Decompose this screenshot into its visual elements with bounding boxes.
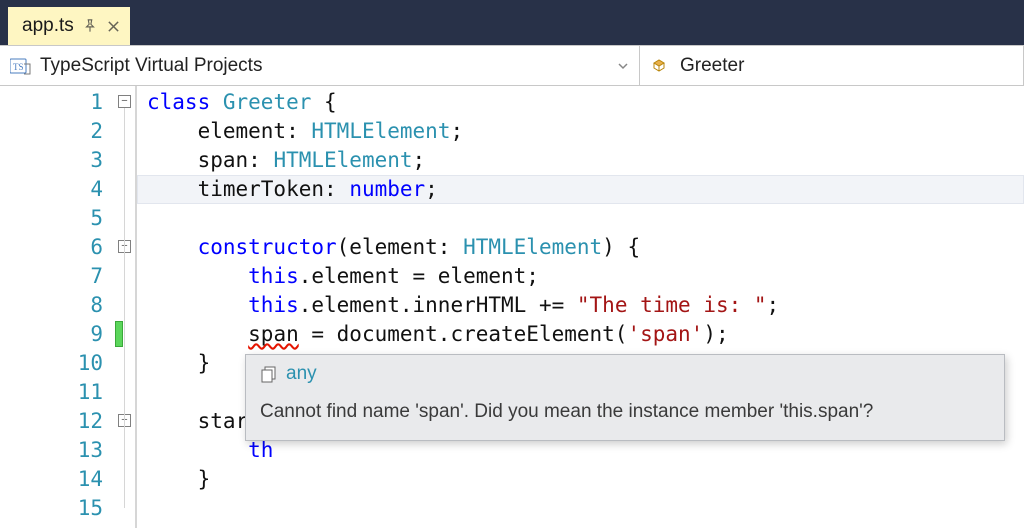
code-line-current: timerToken: number;	[137, 175, 1024, 204]
line-number: 10	[0, 349, 115, 378]
line-number: 3	[0, 146, 115, 175]
code-line: constructor(element: HTMLElement) {	[137, 233, 1024, 262]
line-number: 11	[0, 378, 115, 407]
code-line: element: HTMLElement;	[137, 117, 1024, 146]
svg-text:TS: TS	[13, 62, 24, 72]
fold-toggle[interactable]	[118, 95, 131, 108]
project-scope-dropdown[interactable]: TS TypeScript Virtual Projects	[0, 46, 640, 85]
code-text-area[interactable]: class Greeter { element: HTMLElement; sp…	[137, 86, 1024, 528]
line-number: 14	[0, 465, 115, 494]
document-tab-strip: app.ts	[0, 0, 1024, 45]
line-number: 7	[0, 262, 115, 291]
line-number: 9	[0, 320, 115, 349]
close-icon[interactable]	[106, 18, 122, 34]
line-number: 12	[0, 407, 115, 436]
code-line: class Greeter {	[137, 88, 1024, 117]
line-number: 2	[0, 117, 115, 146]
line-number-gutter: 1 2 3 4 5 6 7 8 9 10 11 12 13 14 15	[0, 86, 115, 528]
outline-guide	[124, 108, 125, 508]
class-scope-label: Greeter	[680, 55, 744, 77]
line-number: 8	[0, 291, 115, 320]
code-line: span: HTMLElement;	[137, 146, 1024, 175]
line-number: 6	[0, 233, 115, 262]
change-indicator	[115, 321, 123, 347]
code-editor[interactable]: 1 2 3 4 5 6 7 8 9 10 11 12 13 14 15 clas…	[0, 86, 1024, 528]
code-line	[137, 494, 1024, 523]
class-scope-dropdown[interactable]: Greeter	[640, 46, 1024, 85]
typescript-project-icon: TS	[10, 56, 32, 76]
code-line: }	[137, 465, 1024, 494]
outline-margin	[115, 86, 137, 528]
code-line: this.element = element;	[137, 262, 1024, 291]
tab-label: app.ts	[22, 15, 74, 37]
error-span[interactable]: span	[248, 322, 299, 346]
line-number: 5	[0, 204, 115, 233]
tooltip-message: Cannot find name 'span'. Did you mean th…	[260, 399, 988, 426]
code-line	[137, 204, 1024, 233]
code-line: span = document.createElement('span');	[137, 320, 1024, 349]
error-tooltip: any Cannot find name 'span'. Did you mea…	[245, 354, 1005, 441]
tooltip-type: any	[286, 363, 317, 385]
navigation-bar: TS TypeScript Virtual Projects Greeter	[0, 45, 1024, 86]
line-number: 1	[0, 88, 115, 117]
line-number: 13	[0, 436, 115, 465]
docstack-icon	[260, 365, 278, 383]
line-number: 15	[0, 494, 115, 523]
line-number: 4	[0, 175, 115, 204]
class-icon	[650, 56, 672, 76]
chevron-down-icon	[617, 60, 629, 72]
pin-icon[interactable]	[82, 18, 98, 34]
tab-active[interactable]: app.ts	[8, 7, 130, 45]
code-line: this.element.innerHTML += "The time is: …	[137, 291, 1024, 320]
project-scope-label: TypeScript Virtual Projects	[40, 55, 262, 77]
